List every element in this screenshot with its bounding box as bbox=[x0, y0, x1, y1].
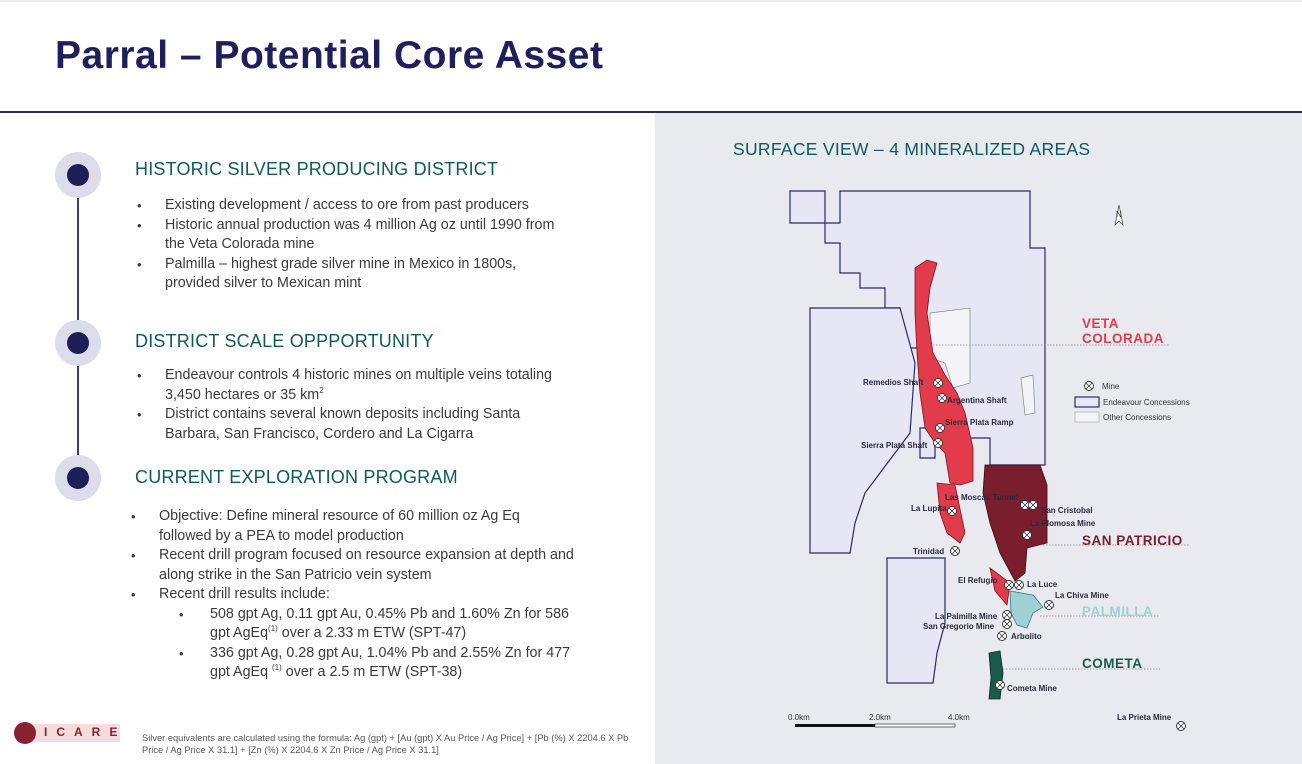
mine-label: La Chiva Mine bbox=[1055, 591, 1109, 600]
legend-other-swatch bbox=[1074, 411, 1100, 423]
list-item: Endeavour controls 4 historic mines on m… bbox=[135, 366, 555, 405]
mine-label: La Lupita bbox=[911, 504, 947, 513]
list-item: Historic annual production was 4 million… bbox=[135, 216, 555, 255]
top-rule bbox=[0, 0, 1302, 2]
company-logo: ICARE bbox=[14, 722, 120, 744]
cometa-area bbox=[988, 650, 1004, 700]
section-heading-district: DISTRICT SCALE OPPPORTUNITY bbox=[135, 331, 434, 351]
list-item: Palmilla – highest grade silver mine in … bbox=[135, 255, 555, 294]
section-heading-historic: HISTORIC SILVER PRODUCING DISTRICT bbox=[135, 159, 499, 179]
north-arrow-icon: N bbox=[1114, 204, 1124, 227]
svg-text:2.0km: 2.0km bbox=[869, 713, 891, 722]
concession-map: VETA COLORADA SAN PATRICIO PALMILLA COME… bbox=[788, 190, 1190, 731]
page-title: Parral – Potential Core Asset bbox=[55, 34, 604, 77]
section-heading-exploration: CURRENT EXPLORATION PROGRAM bbox=[135, 467, 458, 487]
mine-label: Cometa Mine bbox=[1007, 684, 1057, 693]
mine-label: San Gregorio Mine bbox=[923, 622, 995, 631]
svg-text:Other Concessions: Other Concessions bbox=[1103, 413, 1171, 422]
list-item: Existing development / access to ore fro… bbox=[135, 196, 555, 216]
list-item: 336 gpt Ag, 0.28 gpt Au, 1.04% Pb and 2.… bbox=[159, 644, 574, 683]
svg-text:0.0km: 0.0km bbox=[788, 713, 810, 722]
palmilla-area bbox=[1009, 590, 1044, 629]
section-list-district: Endeavour controls 4 historic mines on m… bbox=[135, 366, 555, 444]
mine-label: Remedios Shaft bbox=[863, 378, 924, 387]
mine-label: Sierra Plata Ramp bbox=[945, 418, 1014, 427]
svg-text:4.0km: 4.0km bbox=[948, 713, 970, 722]
section-list-historic: Existing development / access to ore fro… bbox=[135, 196, 555, 294]
svg-text:N: N bbox=[1116, 210, 1122, 219]
svg-text:Mine: Mine bbox=[1102, 382, 1120, 391]
mine-label: La Luce bbox=[1027, 580, 1058, 589]
timeline-dot-1 bbox=[55, 152, 101, 198]
area-label-cometa: COMETA bbox=[1082, 656, 1143, 671]
timeline-dot-2 bbox=[55, 320, 101, 366]
mine-label: Arbolito bbox=[1011, 632, 1042, 641]
mine-label: La Plomosa Mine bbox=[1030, 519, 1096, 528]
list-item: Recent drill program focused on resource… bbox=[129, 546, 574, 585]
area-label-colorada: COLORADA bbox=[1082, 331, 1164, 346]
list-item: District contains several known deposits… bbox=[135, 405, 555, 444]
mine-label: Las Moscas Tunnel bbox=[945, 493, 1018, 502]
mine-label: La Prieta Mine bbox=[1117, 713, 1172, 722]
section-list-exploration: Objective: Define mineral resource of 60… bbox=[129, 507, 574, 683]
svg-text:Endeavour Concessions: Endeavour Concessions bbox=[1103, 398, 1190, 407]
mine-label: San Cristobal bbox=[1041, 506, 1093, 515]
mine-label: Argentina Shaft bbox=[947, 396, 1007, 405]
mine-label: La Palmilla Mine bbox=[935, 612, 998, 621]
area-label-veta: VETA bbox=[1082, 316, 1119, 331]
mine-label: Trinidad bbox=[913, 547, 944, 556]
footnote: Silver equivalents are calculated using … bbox=[142, 733, 629, 755]
mine-label: El Refugio bbox=[958, 576, 998, 585]
endeavour-concession-west bbox=[809, 307, 916, 554]
list-item: Recent drill results include: 508 gpt Ag… bbox=[129, 585, 574, 683]
sub-list-drill-results: 508 gpt Ag, 0.11 gpt Au, 0.45% Pb and 1.… bbox=[159, 605, 574, 683]
area-label-palmilla: PALMILLA bbox=[1082, 604, 1153, 619]
legend-endeavour-swatch bbox=[1074, 396, 1100, 408]
area-label-san-patricio: SAN PATRICIO bbox=[1082, 533, 1183, 548]
list-item: 508 gpt Ag, 0.11 gpt Au, 0.45% Pb and 1.… bbox=[159, 605, 574, 644]
timeline-dot-3 bbox=[55, 455, 101, 501]
list-item: Objective: Define mineral resource of 60… bbox=[129, 507, 574, 546]
mine-label: Sierra Plata Shaft bbox=[861, 441, 928, 450]
scale-bar: 0.0km 2.0km 4.0km bbox=[788, 713, 970, 728]
